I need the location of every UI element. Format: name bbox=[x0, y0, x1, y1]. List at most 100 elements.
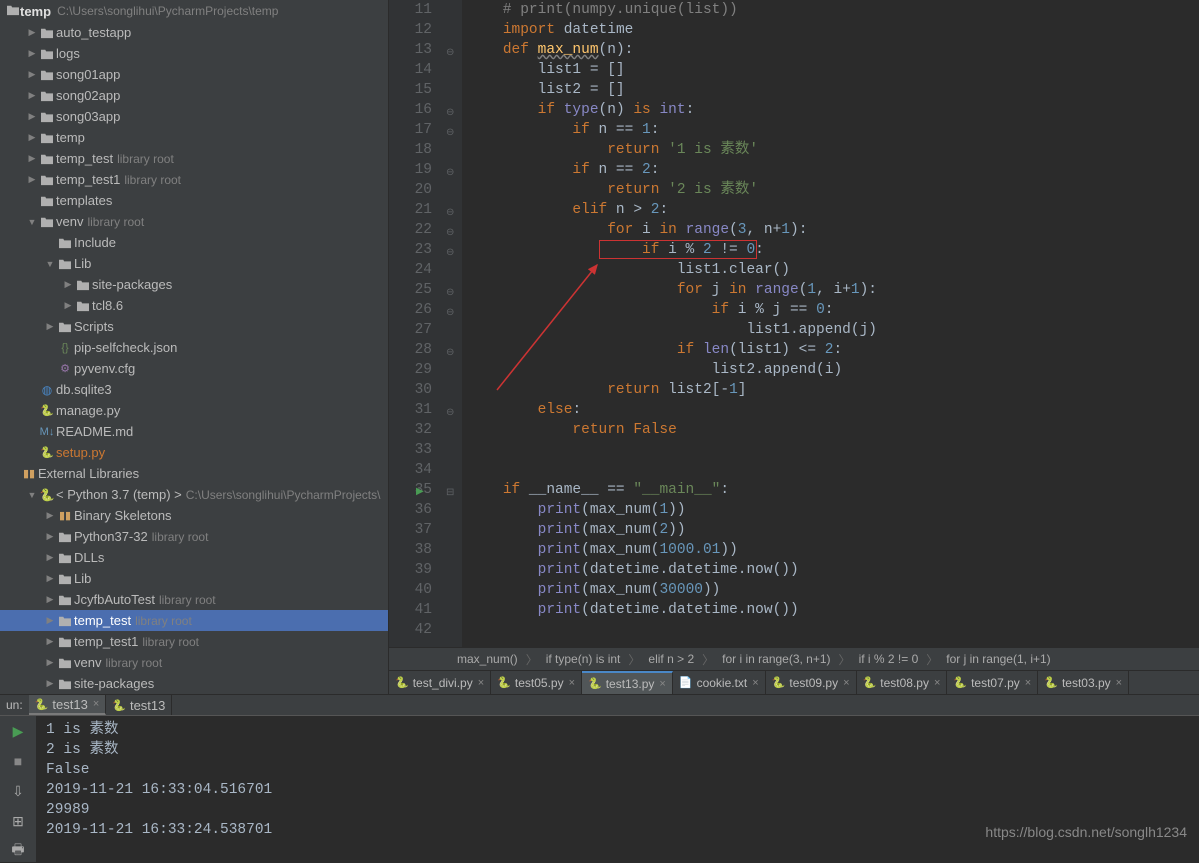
fold-icon[interactable]: ⊖ bbox=[446, 344, 454, 364]
code-line[interactable]: def max_num(n): bbox=[468, 40, 1199, 60]
close-icon[interactable]: × bbox=[1116, 677, 1122, 689]
line-number[interactable]: 33 bbox=[389, 440, 444, 460]
layout-button[interactable]: ⊞ bbox=[7, 810, 29, 832]
fold-icon[interactable]: ⊖ bbox=[446, 224, 454, 244]
code-line[interactable] bbox=[468, 440, 1199, 460]
code-line[interactable]: list2.append(i) bbox=[468, 360, 1199, 380]
expand-arrow-icon[interactable]: ▼ bbox=[26, 490, 38, 500]
print-button[interactable]: 🖶 bbox=[7, 840, 29, 862]
line-number[interactable]: 24 bbox=[389, 260, 444, 280]
line-number[interactable]: 21 bbox=[389, 200, 444, 220]
expand-arrow-icon[interactable]: ▶ bbox=[44, 573, 56, 584]
line-number[interactable]: 22 bbox=[389, 220, 444, 240]
line-number[interactable]: 19 bbox=[389, 160, 444, 180]
expand-arrow-icon[interactable]: ▶ bbox=[44, 531, 56, 542]
editor-tab-test_divi-py[interactable]: 🐍test_divi.py× bbox=[389, 671, 491, 694]
code-line[interactable]: if __name__ == "__main__": bbox=[468, 480, 1199, 500]
tree-item-lib[interactable]: ▶Lib bbox=[0, 568, 388, 589]
line-number[interactable]: 37 bbox=[389, 520, 444, 540]
tree-item-scripts[interactable]: ▶Scripts bbox=[0, 316, 388, 337]
stop-button[interactable]: ■ bbox=[7, 750, 29, 772]
expand-arrow-icon[interactable]: ▶ bbox=[44, 552, 56, 563]
line-number[interactable]: 39 bbox=[389, 560, 444, 580]
close-icon[interactable]: × bbox=[934, 677, 940, 689]
code-line[interactable]: if i % 2 != 0: bbox=[468, 240, 1199, 260]
code-body[interactable]: # print(numpy.unique(list)) import datet… bbox=[462, 0, 1199, 647]
line-number[interactable]: 26 bbox=[389, 300, 444, 320]
expand-arrow-icon[interactable]: ▶ bbox=[44, 594, 56, 605]
project-tree[interactable]: temp C:\Users\songlihui\PycharmProjects\… bbox=[0, 0, 389, 694]
close-icon[interactable]: × bbox=[659, 678, 665, 690]
fold-icon[interactable]: ⊖ bbox=[446, 284, 454, 304]
code-line[interactable]: # print(numpy.unique(list)) bbox=[468, 0, 1199, 20]
expand-arrow-icon[interactable]: ▶ bbox=[26, 153, 38, 164]
code-line[interactable]: return list2[-1] bbox=[468, 380, 1199, 400]
fold-column[interactable]: ⊖⊖⊖⊖⊖⊖⊖⊖⊖⊖⊖⊟▶ bbox=[444, 0, 462, 647]
expand-arrow-icon[interactable]: ▶ bbox=[26, 27, 38, 38]
code-line[interactable]: if i % j == 0: bbox=[468, 300, 1199, 320]
code-line[interactable]: return '2 is 素数' bbox=[468, 180, 1199, 200]
tree-item-song03app[interactable]: ▶song03app bbox=[0, 106, 388, 127]
close-icon[interactable]: × bbox=[478, 677, 484, 689]
editor-tab-test09-py[interactable]: 🐍test09.py× bbox=[766, 671, 857, 694]
tree-item-temp-test1[interactable]: ▶temp_test1library root bbox=[0, 631, 388, 652]
editor-tab-test13-py[interactable]: 🐍test13.py× bbox=[582, 671, 673, 694]
breadcrumb-item[interactable]: max_num() bbox=[449, 652, 526, 666]
tree-item-venv[interactable]: ▶venvlibrary root bbox=[0, 652, 388, 673]
fold-icon[interactable]: ⊖ bbox=[446, 124, 454, 144]
line-number[interactable]: 16 bbox=[389, 100, 444, 120]
close-icon[interactable]: × bbox=[93, 698, 99, 710]
line-number[interactable]: 30 bbox=[389, 380, 444, 400]
line-number[interactable]: 14 bbox=[389, 60, 444, 80]
tree-item-external-libraries[interactable]: ▮▮External Libraries bbox=[0, 463, 388, 484]
run-gutter-icon[interactable]: ▶ bbox=[416, 483, 424, 503]
tree-item-setup-py[interactable]: 🐍setup.py bbox=[0, 442, 388, 463]
line-number[interactable]: 40 bbox=[389, 580, 444, 600]
expand-arrow-icon[interactable]: ▶ bbox=[26, 69, 38, 80]
run-tab-test13[interactable]: 🐍test13 bbox=[106, 695, 172, 715]
expand-arrow-icon[interactable]: ▶ bbox=[26, 132, 38, 143]
code-line[interactable]: print(datetime.datetime.now()) bbox=[468, 600, 1199, 620]
fold-icon[interactable]: ⊖ bbox=[446, 244, 454, 264]
line-number[interactable]: 34 bbox=[389, 460, 444, 480]
line-number[interactable]: 17 bbox=[389, 120, 444, 140]
tree-item-templates[interactable]: templates bbox=[0, 190, 388, 211]
tree-item-temp-test[interactable]: ▶temp_testlibrary root bbox=[0, 148, 388, 169]
expand-arrow-icon[interactable]: ▶ bbox=[44, 510, 56, 521]
code-line[interactable]: if n == 1: bbox=[468, 120, 1199, 140]
expand-arrow-icon[interactable]: ▶ bbox=[26, 48, 38, 59]
line-number[interactable]: 15 bbox=[389, 80, 444, 100]
rerun-button[interactable]: ▶ bbox=[7, 720, 29, 742]
tree-item-manage-py[interactable]: 🐍manage.py bbox=[0, 400, 388, 421]
expand-arrow-icon[interactable]: ▶ bbox=[62, 300, 74, 311]
tree-item-temp-test[interactable]: ▶temp_testlibrary root bbox=[0, 610, 388, 631]
expand-arrow-icon[interactable]: ▶ bbox=[44, 636, 56, 647]
expand-arrow-icon[interactable]: ▶ bbox=[26, 111, 38, 122]
code-line[interactable]: list1.append(j) bbox=[468, 320, 1199, 340]
close-icon[interactable]: × bbox=[843, 677, 849, 689]
fold-icon[interactable]: ⊖ bbox=[446, 104, 454, 124]
code-line[interactable]: if n == 2: bbox=[468, 160, 1199, 180]
breadcrumb-item[interactable]: if type(n) is int bbox=[538, 652, 629, 666]
code-line[interactable]: for i in range(3, n+1): bbox=[468, 220, 1199, 240]
line-number[interactable]: 31 bbox=[389, 400, 444, 420]
editor-tab-test05-py[interactable]: 🐍test05.py× bbox=[491, 671, 582, 694]
code-line[interactable]: print(max_num(1000.01)) bbox=[468, 540, 1199, 560]
tree-item-tcl8-6[interactable]: ▶tcl8.6 bbox=[0, 295, 388, 316]
console-output[interactable]: 1 is 素数 2 is 素数 False 2019-11-21 16:33:0… bbox=[36, 716, 1199, 862]
down-button[interactable]: ⇩ bbox=[7, 780, 29, 802]
code-line[interactable]: for j in range(1, i+1): bbox=[468, 280, 1199, 300]
tree-item-db-sqlite3[interactable]: ◍db.sqlite3 bbox=[0, 379, 388, 400]
code-line[interactable]: print(datetime.datetime.now()) bbox=[468, 560, 1199, 580]
expand-arrow-icon[interactable]: ▼ bbox=[26, 217, 38, 227]
tree-item-temp[interactable]: ▶temp bbox=[0, 127, 388, 148]
line-number[interactable]: 41 bbox=[389, 600, 444, 620]
expand-arrow-icon[interactable]: ▶ bbox=[26, 174, 38, 185]
code-line[interactable] bbox=[468, 620, 1199, 640]
tree-item-pyvenv-cfg[interactable]: ⚙pyvenv.cfg bbox=[0, 358, 388, 379]
code-line[interactable]: else: bbox=[468, 400, 1199, 420]
expand-arrow-icon[interactable]: ▶ bbox=[44, 678, 56, 689]
code-line[interactable]: return False bbox=[468, 420, 1199, 440]
tree-item-include[interactable]: Include bbox=[0, 232, 388, 253]
fold-icon[interactable]: ⊖ bbox=[446, 304, 454, 324]
